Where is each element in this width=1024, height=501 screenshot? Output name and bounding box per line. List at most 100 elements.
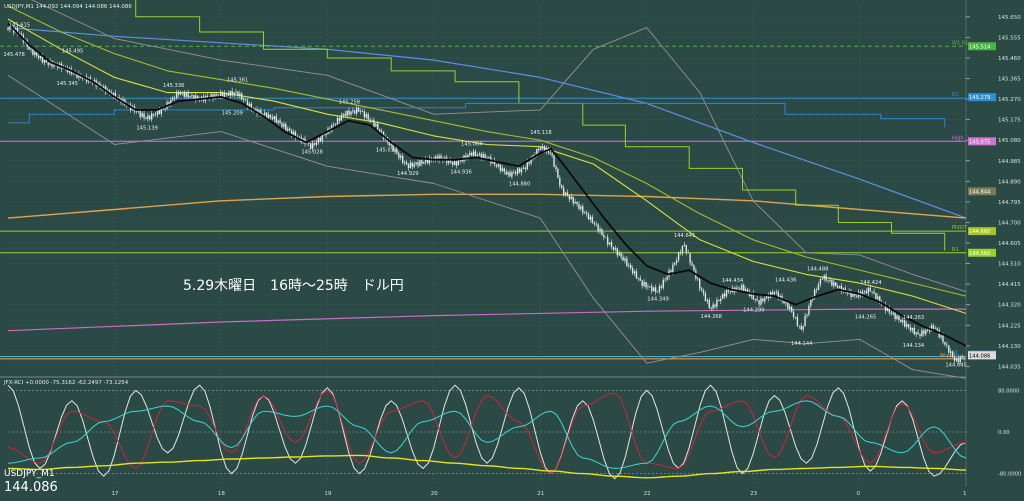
candle-body (172, 97, 174, 100)
candle-body (264, 112, 266, 115)
candle-body (894, 312, 896, 319)
candle-body (948, 345, 950, 353)
candle-body (260, 110, 262, 115)
candle-body (819, 279, 822, 285)
candle-body (631, 268, 634, 274)
candle-body (526, 161, 528, 170)
candle-body (271, 117, 274, 120)
candle-body (528, 161, 530, 164)
candle-body (377, 123, 379, 130)
candle-body (662, 279, 664, 288)
candle-body (672, 264, 674, 273)
candle-body (507, 172, 509, 175)
candle-body (380, 131, 383, 133)
candle-body (718, 299, 720, 301)
candle-body (562, 187, 565, 195)
candle-body (373, 120, 375, 127)
candle-body (856, 295, 858, 297)
candle-body (607, 237, 609, 245)
candle-body (43, 59, 46, 63)
candle-body (785, 301, 787, 304)
candle-body (323, 134, 325, 136)
candle-body (587, 213, 590, 220)
candle-body (160, 108, 162, 115)
candle-body (871, 291, 873, 293)
candle-body (175, 91, 178, 99)
candle-body (371, 120, 373, 121)
candle-body (310, 143, 312, 149)
x-tick-label: 19 (324, 491, 331, 497)
candle-body (760, 298, 762, 305)
swing-label: 145.139 (136, 125, 157, 131)
candle-body (474, 151, 477, 157)
candle-body (942, 335, 944, 343)
x-tick-label: 20 (431, 491, 438, 497)
x-tick-label: 23 (750, 491, 757, 497)
candle-body (744, 289, 747, 291)
candle-body (796, 316, 799, 326)
price-box-label: 145.279 (969, 95, 990, 101)
candle-body (589, 216, 592, 220)
candle-body (951, 351, 954, 358)
candle-body (482, 154, 484, 159)
candle-body (591, 216, 594, 223)
rci-tick-label: 80.0000 (998, 388, 1019, 394)
swing-label: 145.478 (3, 52, 24, 58)
candle-body (911, 327, 914, 331)
candle-body (145, 117, 147, 120)
candle-body (831, 279, 833, 286)
candle-body (325, 133, 327, 136)
candle-body (836, 286, 839, 288)
candle-body (603, 235, 605, 238)
candle-body (961, 356, 963, 358)
candle-body (630, 264, 632, 269)
y-tick-label: 144.225 (998, 323, 1021, 329)
candle-body (580, 206, 582, 209)
candle-body (549, 152, 551, 154)
candle-body (798, 325, 801, 327)
candle-body (773, 292, 776, 295)
candle-body (139, 111, 141, 117)
candle-body (869, 287, 871, 292)
candle-body (30, 48, 32, 50)
candle-body (564, 192, 567, 195)
candle-body (248, 103, 251, 107)
candle-body (315, 142, 318, 145)
swing-label: 145.064 (461, 142, 483, 148)
candle-body (804, 315, 806, 327)
candle-body (746, 289, 749, 292)
swing-label: 145.258 (339, 100, 360, 106)
candle-body (955, 358, 958, 361)
candle-body (538, 148, 540, 151)
candle-body (281, 123, 283, 127)
y-tick-label: 145.555 (998, 35, 1021, 41)
candle-body (810, 299, 812, 306)
candle-body (515, 172, 517, 174)
candle-body (82, 77, 84, 79)
candle-body (909, 327, 912, 331)
candle-body (292, 131, 295, 135)
candle-body (601, 229, 603, 236)
candle-body (551, 153, 553, 156)
candle-body (472, 151, 475, 156)
candle-body (854, 293, 856, 296)
candle-body (363, 111, 366, 118)
y-tick-label: 145.270 (998, 97, 1021, 103)
candle-body (511, 172, 513, 177)
candle-body (789, 306, 791, 309)
candle-body (698, 279, 701, 289)
candle-body (727, 289, 730, 292)
swing-label: 144.436 (775, 278, 796, 284)
candle-body (503, 168, 505, 172)
candle-body (334, 124, 337, 125)
candle-body (484, 154, 486, 159)
y-tick-label: 144.985 (998, 159, 1021, 165)
candle-body (890, 312, 892, 314)
swing-label: 145.345 (57, 81, 78, 87)
x-tick-label: 1 (963, 491, 967, 497)
candle-body (817, 284, 820, 291)
candle-body (679, 252, 682, 254)
candle-body (946, 344, 948, 346)
candle-body (486, 158, 488, 159)
candle-body (787, 301, 789, 309)
